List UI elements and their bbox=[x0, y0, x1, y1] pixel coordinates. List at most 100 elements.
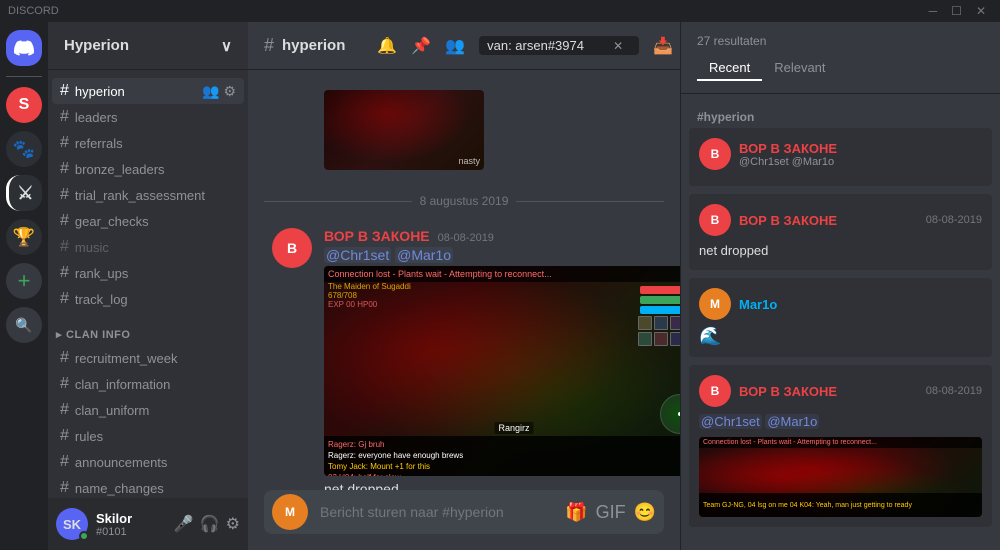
search-result-avatar-3: M bbox=[699, 288, 731, 320]
search-result-author-1: ВОР В ЗАКОНЕ bbox=[739, 141, 837, 156]
messages-area: nasty 8 augustus 2019 В ВОР В ЗАКОНЕ 08-… bbox=[248, 70, 680, 490]
input-user-avatar: M bbox=[272, 494, 308, 530]
message-avatar-1: В bbox=[272, 228, 312, 268]
search-result-author-2: ВОР В ЗАКОНЕ bbox=[739, 213, 918, 228]
channel-item-announcements[interactable]: # announcements bbox=[52, 449, 244, 475]
channel-name-rules: rules bbox=[75, 429, 103, 444]
channel-name-announcements: announcements bbox=[75, 455, 168, 470]
inbox-icon[interactable]: 📥 bbox=[653, 36, 673, 56]
server-s[interactable]: S bbox=[6, 87, 42, 123]
server-name: Hyperion bbox=[64, 37, 129, 54]
text-channel-icon: # bbox=[60, 238, 69, 256]
mute-button[interactable]: 🎤 bbox=[174, 514, 194, 534]
channel-header: # hyperion 🔔 📌 👥 ✕ 📥 ❓ bbox=[248, 22, 680, 70]
minimize-button[interactable]: ─ bbox=[929, 4, 938, 18]
search-result-image-4: Connection lost - Plants wait - Attempti… bbox=[699, 437, 982, 517]
channel-item-leaders[interactable]: # leaders bbox=[52, 104, 244, 130]
pin-icon[interactable]: 📌 bbox=[411, 36, 431, 56]
user-panel: SK Skilor #0101 🎤 🎧 ⚙ bbox=[48, 498, 248, 550]
channel-item-music[interactable]: # music bbox=[52, 234, 244, 260]
channel-name-music: music bbox=[75, 240, 109, 255]
mention-mar1o-sr: @Mar1o bbox=[765, 414, 819, 429]
message-group-image-only: nasty bbox=[264, 86, 664, 174]
channel-item-track-log[interactable]: # track_log bbox=[52, 286, 244, 312]
server-discord-home[interactable] bbox=[6, 30, 42, 66]
channel-item-hyperion[interactable]: # hyperion 👥 ⚙ bbox=[52, 78, 244, 104]
message-author-1: ВОР В ЗАКОНЕ bbox=[324, 228, 430, 244]
channel-item-rules[interactable]: # rules bbox=[52, 423, 244, 449]
add-server-button[interactable]: + bbox=[6, 263, 42, 299]
text-channel-icon: # bbox=[60, 134, 69, 152]
bell-icon[interactable]: 🔔 bbox=[377, 36, 397, 56]
game-screenshot: Connection lost - Plants wait - Attempti… bbox=[324, 266, 680, 476]
message-content-1: ВОР В ЗАКОНЕ 08-08-2019 @Chr1set @Mar1o … bbox=[324, 228, 656, 490]
main-content: # hyperion 🔔 📌 👥 ✕ 📥 ❓ nasty bbox=[248, 22, 680, 550]
channel-item-clan-information[interactable]: # clan_information bbox=[52, 371, 244, 397]
channel-item-trial-rank[interactable]: # trial_rank_assessment bbox=[52, 182, 244, 208]
channel-name-clan-uniform: clan_uniform bbox=[75, 403, 149, 418]
channel-item-referrals[interactable]: # referrals bbox=[52, 130, 244, 156]
message-input[interactable] bbox=[316, 492, 557, 532]
channel-item-gear-checks[interactable]: # gear_checks bbox=[52, 208, 244, 234]
search-clear-icon[interactable]: ✕ bbox=[613, 39, 623, 53]
search-result-author-3: Mar1o bbox=[739, 297, 777, 312]
gift-icon[interactable]: 🎁 bbox=[565, 502, 587, 523]
message-input-area: M 🎁 GIF 😊 bbox=[248, 490, 680, 550]
search-result-header-1: В ВОР В ЗАКОНЕ @Chr1set @Mar1o bbox=[699, 138, 982, 170]
server-sword[interactable]: ⚔ bbox=[6, 175, 42, 211]
text-channel-icon: # bbox=[60, 453, 69, 471]
search-result-3[interactable]: M Mar1o 🌊 bbox=[689, 278, 992, 357]
channel-header-name: hyperion bbox=[282, 37, 345, 54]
search-result-1[interactable]: В ВОР В ЗАКОНЕ @Chr1set @Mar1o bbox=[689, 128, 992, 186]
search-result-4[interactable]: В ВОР В ЗАКОНЕ 08-08-2019 @Chr1set @Mar1… bbox=[689, 365, 992, 527]
category-clan-info[interactable]: ▸ CLAN INFO bbox=[48, 312, 248, 345]
channel-item-bronze-leaders[interactable]: # bronze_leaders bbox=[52, 156, 244, 182]
channel-item-rank-ups[interactable]: # rank_ups bbox=[52, 260, 244, 286]
channel-item-name-changes[interactable]: # name_changes bbox=[52, 475, 244, 498]
username: Skilor bbox=[96, 511, 166, 526]
user-settings-button[interactable]: ⚙ bbox=[226, 514, 240, 534]
search-result-author-4: ВОР В ЗАКОНЕ bbox=[739, 384, 918, 399]
channel-sidebar: Hyperion ∨ # hyperion 👥 ⚙ # leaders # re… bbox=[48, 22, 248, 550]
server-header[interactable]: Hyperion ∨ bbox=[48, 22, 248, 70]
search-tab-recent[interactable]: Recent bbox=[697, 56, 762, 81]
search-result-avatar-2: В bbox=[699, 204, 731, 236]
date-divider: 8 augustus 2019 bbox=[264, 194, 664, 208]
search-result-header-4: В ВОР В ЗАКОНЕ 08-08-2019 bbox=[699, 375, 982, 407]
settings-icon[interactable]: ⚙ bbox=[223, 83, 236, 100]
invite-icon[interactable]: 👥 bbox=[202, 83, 219, 100]
channel-name-rank-ups: rank_ups bbox=[75, 266, 128, 281]
gif-icon[interactable]: GIF bbox=[596, 502, 626, 523]
titlebar: DISCORD ─ ☐ ✕ bbox=[0, 0, 1000, 22]
close-button[interactable]: ✕ bbox=[976, 4, 986, 18]
top-image: nasty bbox=[324, 90, 484, 170]
user-avatar: SK bbox=[56, 508, 88, 540]
members-icon[interactable]: 👥 bbox=[445, 36, 465, 56]
search-result-header-3: M Mar1o bbox=[699, 288, 982, 320]
search-tab-relevant[interactable]: Relevant bbox=[762, 56, 837, 81]
channel-name-leaders: leaders bbox=[75, 110, 118, 125]
server-trophy[interactable]: 🏆 bbox=[6, 219, 42, 255]
channel-item-recruitment-week[interactable]: # recruitment_week bbox=[52, 345, 244, 371]
maximize-button[interactable]: ☐ bbox=[951, 4, 962, 18]
text-channel-icon: # bbox=[60, 212, 69, 230]
search-result-avatar-1: В bbox=[699, 138, 731, 170]
channel-item-clan-uniform[interactable]: # clan_uniform bbox=[52, 397, 244, 423]
text-channel-icon: # bbox=[60, 401, 69, 419]
channel-name-bronze-leaders: bronze_leaders bbox=[75, 162, 165, 177]
mention-chr1set: @Chr1set bbox=[324, 247, 391, 263]
channel-actions: 👥 ⚙ bbox=[202, 83, 236, 100]
message-input-box: M 🎁 GIF 😊 bbox=[264, 490, 664, 534]
emoji-icon[interactable]: 😊 bbox=[634, 502, 656, 523]
deafen-button[interactable]: 🎧 bbox=[200, 514, 220, 534]
search-results: #hyperion В ВОР В ЗАКОНЕ @Chr1set @Mar1o… bbox=[681, 94, 1000, 550]
discover-server-button[interactable]: 🔍 bbox=[6, 307, 42, 343]
server-paw[interactable]: 🐾 bbox=[6, 131, 42, 167]
text-channel-icon: # bbox=[60, 82, 69, 100]
window-controls[interactable]: ─ ☐ ✕ bbox=[929, 4, 992, 18]
message-text-1: @Chr1set @Mar1o bbox=[324, 246, 656, 266]
search-input[interactable] bbox=[487, 38, 607, 53]
search-result-2[interactable]: В ВОР В ЗАКОНЕ 08-08-2019 net dropped bbox=[689, 194, 992, 270]
search-result-subtitle-1: @Chr1set @Mar1o bbox=[739, 156, 837, 168]
search-box[interactable]: ✕ bbox=[479, 36, 639, 55]
